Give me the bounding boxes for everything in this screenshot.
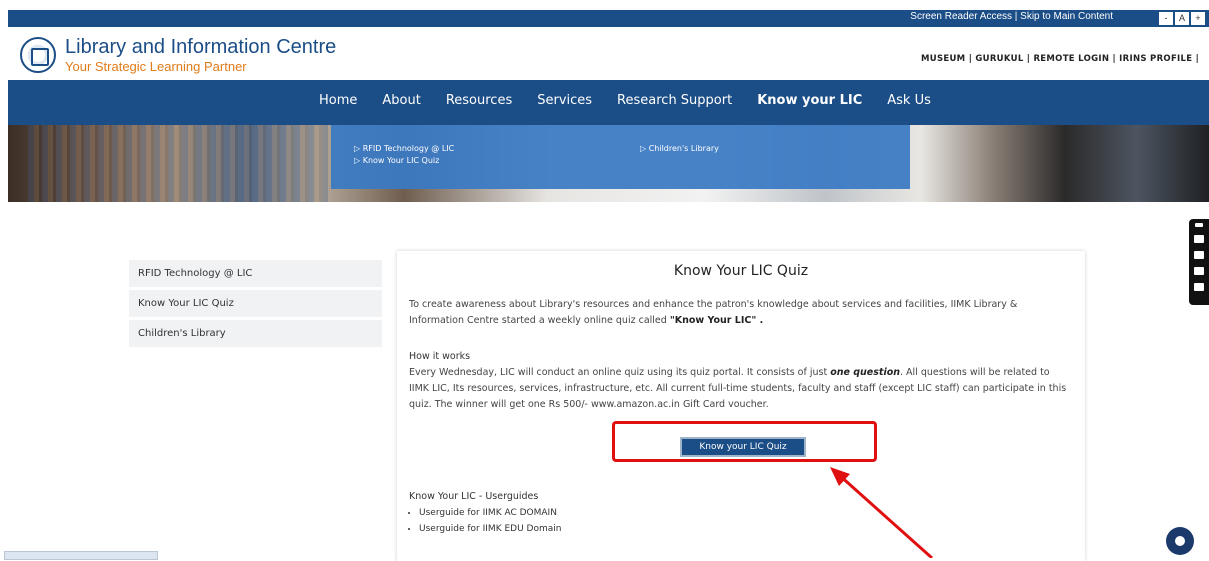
dropdown-column-2: ▷ Children's Library — [640, 143, 719, 155]
how-it-works-heading: How it works — [409, 351, 471, 362]
section-sidebar: RFID Technology @ LIC Know Your LIC Quiz… — [129, 260, 382, 350]
accessibility-links[interactable]: Screen Reader Access | Skip to Main Cont… — [910, 11, 1113, 22]
dropdown-column-1: ▷ RFID Technology @ LIC ▷ Know Your LIC … — [354, 143, 454, 167]
bookshelf-image — [28, 125, 328, 202]
intro-paragraph: To create awareness about Library's reso… — [409, 297, 1069, 329]
chat-icon[interactable] — [1194, 267, 1204, 275]
userguide-link-ac[interactable]: Userguide for IIMK AC DOMAIN — [419, 505, 561, 521]
edit-icon[interactable] — [1195, 223, 1203, 227]
site-title[interactable]: Library and Information Centre — [65, 36, 336, 59]
site-header: Library and Information Centre Your Stra… — [8, 27, 1209, 80]
quiz-name: "Know Your LIC" . — [669, 315, 764, 326]
userguides-section: Know Your LIC - Userguides Userguide for… — [409, 491, 561, 537]
font-size-controls: - A + — [1159, 12, 1205, 25]
dropdown-item-rfid[interactable]: ▷ RFID Technology @ LIC — [354, 143, 454, 155]
how-it-works-paragraph: Every Wednesday, LIC will conduct an onl… — [409, 365, 1069, 413]
nav-item-resources[interactable]: Resources — [446, 93, 512, 108]
how-text-part1: Every Wednesday, LIC will conduct an onl… — [409, 367, 831, 378]
main-nav: Home About Resources Services Research S… — [8, 80, 1209, 125]
chat-widget-icon[interactable] — [1166, 527, 1194, 555]
top-links[interactable]: MUSEUM | GURUKUL | REMOTE LOGIN | IRINS … — [921, 54, 1199, 64]
nav-item-ask-us[interactable]: Ask Us — [887, 93, 931, 108]
institute-logo-icon[interactable] — [20, 37, 56, 73]
userguide-link-edu[interactable]: Userguide for IIMK EDU Domain — [419, 521, 561, 537]
dropdown-item-quiz[interactable]: ▷ Know Your LIC Quiz — [354, 155, 454, 167]
one-question-emphasis: one question — [830, 367, 900, 378]
sidebar-item-rfid[interactable]: RFID Technology @ LIC — [129, 260, 382, 287]
page-title: Know Your LIC Quiz — [673, 263, 809, 279]
userguides-heading: Know Your LIC - Userguides — [409, 491, 539, 502]
site-tagline: Your Strategic Learning Partner — [65, 59, 247, 74]
gear-icon[interactable] — [1194, 283, 1204, 291]
highlight-box — [612, 421, 877, 462]
side-toolbar — [1189, 219, 1209, 305]
video-icon[interactable] — [1194, 251, 1204, 259]
font-increase-button[interactable]: + — [1191, 12, 1205, 25]
browser-status-bar — [4, 551, 158, 560]
camera-icon[interactable] — [1194, 235, 1204, 243]
nav-item-about[interactable]: About — [382, 93, 420, 108]
sidebar-item-childrens-library[interactable]: Children's Library — [129, 320, 382, 347]
utility-bar: Screen Reader Access | Skip to Main Cont… — [8, 10, 1209, 27]
nav-item-research-support[interactable]: Research Support — [617, 93, 732, 108]
sidebar-item-quiz[interactable]: Know Your LIC Quiz — [129, 290, 382, 317]
content-card: Know Your LIC Quiz To create awareness a… — [397, 251, 1085, 561]
know-your-lic-dropdown: ▷ RFID Technology @ LIC ▷ Know Your LIC … — [331, 125, 910, 189]
font-reset-button[interactable]: A — [1175, 12, 1189, 25]
dropdown-item-childrens-library[interactable]: ▷ Children's Library — [640, 143, 719, 155]
nav-item-know-your-lic[interactable]: Know your LIC — [757, 93, 862, 108]
nav-item-home[interactable]: Home — [319, 93, 357, 108]
font-decrease-button[interactable]: - — [1159, 12, 1173, 25]
nav-item-services[interactable]: Services — [537, 93, 592, 108]
